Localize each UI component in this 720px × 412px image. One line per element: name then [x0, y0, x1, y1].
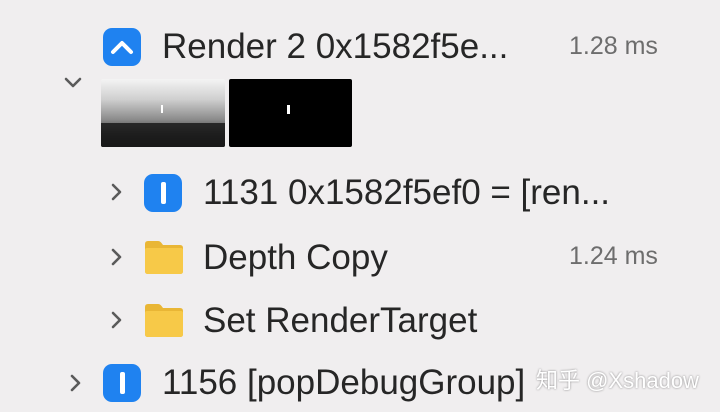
chevron-right-icon[interactable] — [106, 181, 128, 203]
render-pass-time: 1.28 ms — [569, 32, 658, 60]
chevron-down-icon[interactable] — [62, 72, 84, 94]
watermark: 知乎 @Xshadow — [536, 368, 699, 393]
tree-row-command[interactable]: 1131 0x1582f5ef0 = [ren... — [0, 165, 720, 221]
command-icon — [103, 364, 141, 402]
folder-icon — [145, 241, 183, 274]
chevron-right-icon[interactable] — [65, 372, 87, 394]
tree-row-label: 1156 [popDebugGroup] — [162, 363, 526, 402]
folder-icon — [145, 304, 183, 337]
tree-row-depth-copy[interactable]: Depth Copy 1.24 ms — [0, 230, 720, 286]
render-encoder-icon — [103, 28, 141, 66]
tree-row-label: 1131 0x1582f5ef0 = [ren... — [203, 173, 611, 212]
tree-row-time: 1.24 ms — [569, 242, 658, 270]
chevron-right-icon[interactable] — [106, 309, 128, 331]
chevron-right-icon[interactable] — [106, 246, 128, 268]
tree-row-label: Set RenderTarget — [203, 301, 478, 340]
tree-row-label: Depth Copy — [203, 238, 388, 277]
tree-row-set-render-target[interactable]: Set RenderTarget — [0, 293, 720, 349]
command-icon — [144, 174, 182, 212]
color-attachment-thumbnail[interactable] — [229, 79, 352, 147]
render-pass-row[interactable]: Render 2 0x1582f5e... 1.28 ms — [0, 20, 720, 76]
depth-attachment-thumbnail[interactable] — [101, 79, 225, 147]
render-pass-label: Render 2 0x1582f5e... — [162, 27, 509, 66]
